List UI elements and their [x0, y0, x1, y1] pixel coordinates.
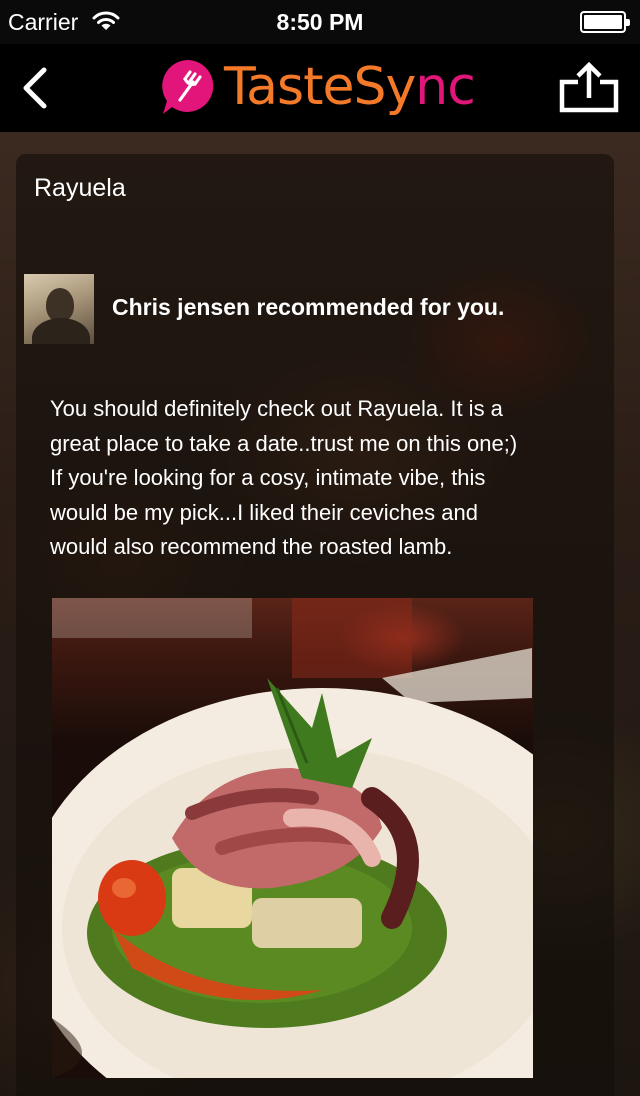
battery-icon: [580, 11, 630, 33]
logo-text-accent: nc: [415, 57, 476, 117]
avatar-head: [46, 288, 74, 322]
share-icon: [559, 61, 619, 113]
review-line: great place to take a date..trust me on …: [50, 430, 518, 456]
chevron-left-icon: [23, 67, 47, 109]
status-time: 8:50 PM: [276, 9, 364, 35]
review-line: If you're looking for a cosy, intimate v…: [50, 465, 486, 490]
avatar[interactable]: [24, 274, 94, 344]
fork-bubble-icon: [162, 59, 214, 114]
screen: Carrier 8:50 PM TasteSync Rayuela Chris …: [0, 0, 640, 1096]
place-name[interactable]: Rayuela: [34, 174, 126, 203]
review-text: You should definitely check out Rayuela.…: [50, 392, 570, 565]
share-button[interactable]: [558, 60, 620, 116]
battery-fill: [584, 15, 622, 29]
review-line: You should definitely check out Rayuela.…: [50, 396, 503, 421]
battery-tip: [626, 19, 630, 26]
review-line: would also recommend the roasted lamb.: [50, 534, 453, 559]
food-photo-illustration: [52, 598, 533, 1078]
food-photo[interactable]: [52, 598, 533, 1078]
review-line: would be my pick...I liked their ceviche…: [50, 499, 478, 525]
back-button[interactable]: [14, 60, 58, 116]
tastesync-logo: TasteSync: [160, 54, 480, 120]
logo-text: TasteSync: [224, 54, 476, 120]
nav-bar: TasteSync: [0, 44, 640, 132]
recommendation-text: Chris jensen recommended for you.: [112, 294, 505, 320]
status-bar: Carrier 8:50 PM: [0, 0, 640, 44]
avatar-body: [32, 318, 90, 344]
logo-text-primary: TasteSy: [224, 57, 416, 117]
